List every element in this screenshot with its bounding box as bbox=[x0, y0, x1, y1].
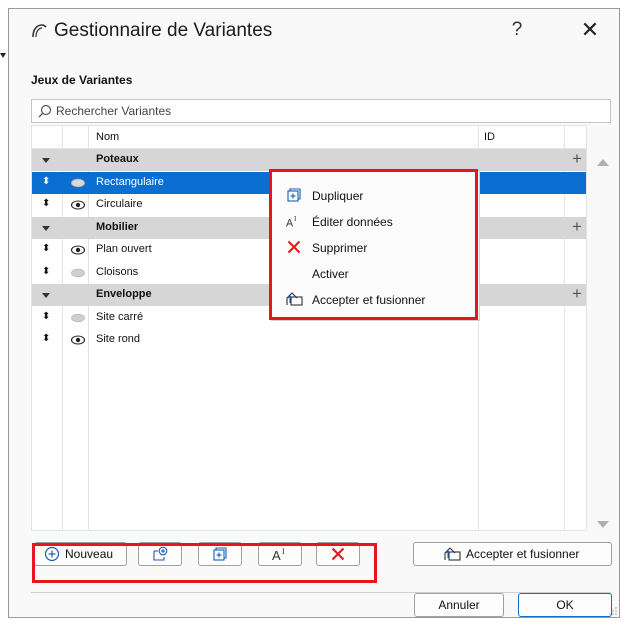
eye-open-icon[interactable] bbox=[70, 198, 86, 212]
add-variant-button[interactable]: + bbox=[572, 217, 582, 237]
add-variant-button[interactable]: + bbox=[572, 284, 582, 304]
window-menu-marker-icon bbox=[0, 53, 6, 58]
search-box[interactable] bbox=[31, 99, 611, 123]
table-header: Nom ID bbox=[32, 126, 586, 149]
group-row[interactable]: Poteaux + bbox=[32, 149, 586, 171]
group-label: Mobilier bbox=[96, 220, 139, 233]
search-icon bbox=[38, 104, 52, 118]
eye-closed-icon[interactable] bbox=[70, 176, 86, 190]
scroll-up-arrow-icon[interactable] bbox=[597, 159, 609, 166]
reorder-handle-icon[interactable]: ⬍ bbox=[42, 198, 50, 209]
add-variant-button[interactable]: + bbox=[572, 149, 582, 169]
variant-label: Site carré bbox=[96, 310, 144, 323]
dialog-title: Gestionnaire de Variantes bbox=[54, 20, 273, 41]
group-label: Enveloppe bbox=[96, 288, 152, 300]
section-title: Jeux de Variantes bbox=[31, 73, 133, 87]
table-row[interactable]: ⬍ Site rond bbox=[32, 329, 586, 351]
variant-label: Plan ouvert bbox=[96, 243, 152, 255]
eye-open-icon[interactable] bbox=[70, 333, 86, 347]
title-bar: Gestionnaire de Variantes ? ✕ bbox=[9, 9, 619, 55]
reorder-handle-icon[interactable]: ⬍ bbox=[42, 176, 50, 187]
ok-label: OK bbox=[556, 598, 574, 612]
accept-merge-label: Accepter et fusionner bbox=[466, 547, 580, 561]
column-header-id[interactable]: ID bbox=[484, 131, 495, 143]
accept-merge-button[interactable]: Accepter et fusionner bbox=[413, 542, 612, 566]
accept-merge-icon bbox=[444, 547, 461, 561]
ok-button[interactable]: OK bbox=[518, 593, 612, 617]
variant-label: Rectangulaire bbox=[96, 175, 164, 188]
cancel-button[interactable]: Annuler bbox=[414, 593, 504, 617]
reorder-handle-icon[interactable]: ⬍ bbox=[42, 333, 50, 344]
reorder-handle-icon[interactable]: ⬍ bbox=[42, 266, 50, 277]
variant-label: Circulaire bbox=[96, 198, 143, 210]
group-label: Poteaux bbox=[96, 153, 139, 165]
reorder-handle-icon[interactable]: ⬍ bbox=[42, 311, 50, 322]
search-input[interactable] bbox=[56, 102, 596, 120]
eye-closed-icon[interactable] bbox=[70, 311, 86, 325]
eye-open-icon[interactable] bbox=[70, 243, 86, 257]
context-menu-highlight-box bbox=[269, 169, 478, 320]
eye-closed-icon[interactable] bbox=[70, 266, 86, 280]
scroll-down-arrow-icon[interactable] bbox=[597, 521, 609, 528]
resize-grip-icon[interactable] bbox=[609, 607, 617, 615]
cancel-label: Annuler bbox=[438, 598, 480, 612]
collapse-arrow-icon[interactable] bbox=[42, 158, 50, 163]
help-button[interactable]: ? bbox=[507, 19, 527, 41]
toolbar-highlight-box bbox=[32, 543, 377, 583]
archicad-app-icon bbox=[32, 24, 47, 38]
reorder-handle-icon[interactable]: ⬍ bbox=[42, 243, 50, 254]
variant-label: Site rond bbox=[96, 333, 141, 345]
collapse-arrow-icon[interactable] bbox=[42, 225, 50, 231]
column-header-name[interactable]: Nom bbox=[96, 131, 119, 143]
close-button[interactable]: ✕ bbox=[577, 17, 603, 43]
collapse-arrow-icon[interactable] bbox=[42, 293, 50, 298]
variant-label: Cloisons bbox=[96, 265, 139, 278]
